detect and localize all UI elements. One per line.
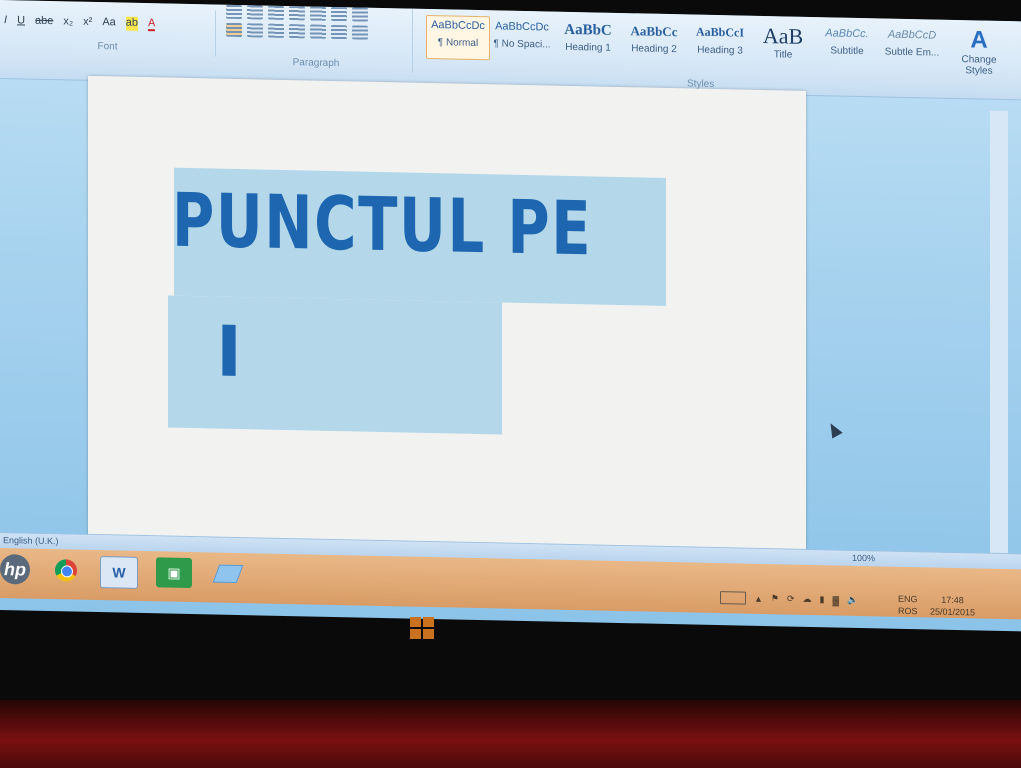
style-name: Heading 3 [697,44,743,57]
device-bezel-bottom [0,700,1021,768]
monitor-screen: I U abe x₂ x² Aa ab A Font Paragraph AaB… [0,0,1021,632]
style-subtitle[interactable]: AaBbCc. Subtitle [816,23,878,68]
multilevel-list-button[interactable] [268,5,284,20]
strikethrough-button[interactable]: abe [35,15,53,29]
flag-icon[interactable]: ⚑ [771,593,779,604]
language-indicator[interactable]: English (U.K.) [3,535,59,546]
underline-button[interactable]: U [17,14,25,28]
paragraph-row-lists [226,4,368,22]
volume-icon[interactable]: 🔈 [847,595,858,606]
clock-time: 17:48 [941,594,964,606]
style-heading-2[interactable]: AaBbCc Heading 2 [622,19,686,64]
vertical-scrollbar[interactable] [990,110,1008,572]
word-logo-text: W [112,564,126,581]
input-language-layout: ROS [898,605,918,617]
sync-icon[interactable]: ⟳ [787,593,795,604]
input-language[interactable]: ENG ROS [898,593,918,617]
italic-button[interactable]: I [4,14,7,28]
clock-date: 25/01/2015 [930,606,976,618]
align-left-button[interactable] [226,22,242,38]
style-name: ¶ No Spaci... [493,38,551,51]
subscript-button[interactable]: x₂ [63,15,73,29]
increase-indent-button[interactable] [310,6,326,21]
font-color-button[interactable]: A [148,17,156,32]
style-preview: AaBbCcD [887,28,937,42]
show-marks-button[interactable] [352,7,368,22]
shading-button[interactable] [331,24,347,40]
notes-app-icon[interactable] [210,558,246,589]
justify-button[interactable] [289,24,305,39]
word-icon[interactable]: W [100,556,138,589]
borders-button[interactable] [352,25,368,40]
style-normal[interactable]: AaBbCcDc ¶ Normal [426,14,490,61]
style-heading-3[interactable]: AaBbCcI Heading 3 [688,20,752,65]
change-case-button[interactable]: Aa [102,16,115,30]
change-styles-button[interactable]: A Change Styles [955,26,1003,77]
style-title[interactable]: AaB Title [752,22,814,67]
zoom-level[interactable]: 100% [852,553,875,563]
style-name: Heading 2 [631,43,677,56]
style-preview: AaBbCcI [695,24,744,40]
sort-button[interactable] [331,6,347,22]
style-preview: AaBbCcDc [431,19,485,33]
change-styles-icon: A [970,26,988,54]
style-no-spacing[interactable]: AaBbCcDc ¶ No Spaci... [490,16,554,61]
signal-icon[interactable]: ▓ [833,595,840,605]
style-preview: AaBbCcDc [495,20,549,34]
highlight-button[interactable]: ab [125,16,139,31]
align-right-button[interactable] [268,23,284,38]
document-page[interactable]: PUNCTUL PE I [88,75,806,577]
font-group-label: Font [97,41,118,53]
line-spacing-button[interactable] [310,24,326,39]
paragraph-group: Paragraph [220,4,413,73]
style-preview: AaBbCc [630,23,678,40]
style-heading-1[interactable]: AaBbC Heading 1 [556,18,620,63]
document-text-line[interactable]: I [216,311,242,394]
chrome-icon[interactable] [48,555,84,586]
store-icon[interactable]: ▣ [156,557,192,589]
style-name: Title [773,49,793,61]
style-subtle-emphasis[interactable]: AaBbCcD Subtle Em... [878,24,946,69]
font-buttons: I U abe x₂ x² Aa ab A [4,14,156,32]
decrease-indent-button[interactable] [289,6,305,21]
paragraph-group-label: Paragraph [292,57,340,70]
battery-icon[interactable]: ▮ [820,594,825,605]
style-preview: AaBbCc. [825,27,869,41]
mouse-pointer-icon [825,420,843,439]
paragraph-row-align [226,22,368,40]
style-preview: AaBbC [564,21,612,39]
document-text-line[interactable]: PUNCTUL PE [172,178,592,273]
cloud-icon[interactable]: ☁ [803,594,812,605]
keyboard-icon[interactable] [720,591,746,605]
bullets-button[interactable] [226,4,242,20]
style-preview: AaB [762,22,804,49]
align-center-button[interactable] [247,23,263,38]
hp-logo-text: hp [4,558,26,580]
system-tray: ▲ ⚑ ⟳ ☁ ▮ ▓ 🔈 [720,591,858,607]
clock[interactable]: 17:48 25/01/2015 [930,593,975,618]
superscript-button[interactable]: x² [83,16,92,30]
style-name: Heading 1 [565,41,611,54]
change-styles-label-2: Styles [965,65,993,77]
notes-shape [212,564,244,583]
font-group: I U abe x₂ x² Aa ab A Font [0,6,216,57]
change-styles-label-1: Change [961,54,997,66]
style-name: Subtle Em... [884,46,940,59]
show-hidden-icons-icon[interactable]: ▲ [754,593,763,603]
chrome-logo [55,559,77,582]
windows-logo-icon[interactable] [410,617,434,639]
style-name: ¶ Normal [437,37,479,50]
hp-logo-icon[interactable]: hp [0,554,30,585]
style-name: Subtitle [830,45,864,58]
numbering-button[interactable] [247,5,263,20]
input-language-code: ENG [898,593,918,605]
